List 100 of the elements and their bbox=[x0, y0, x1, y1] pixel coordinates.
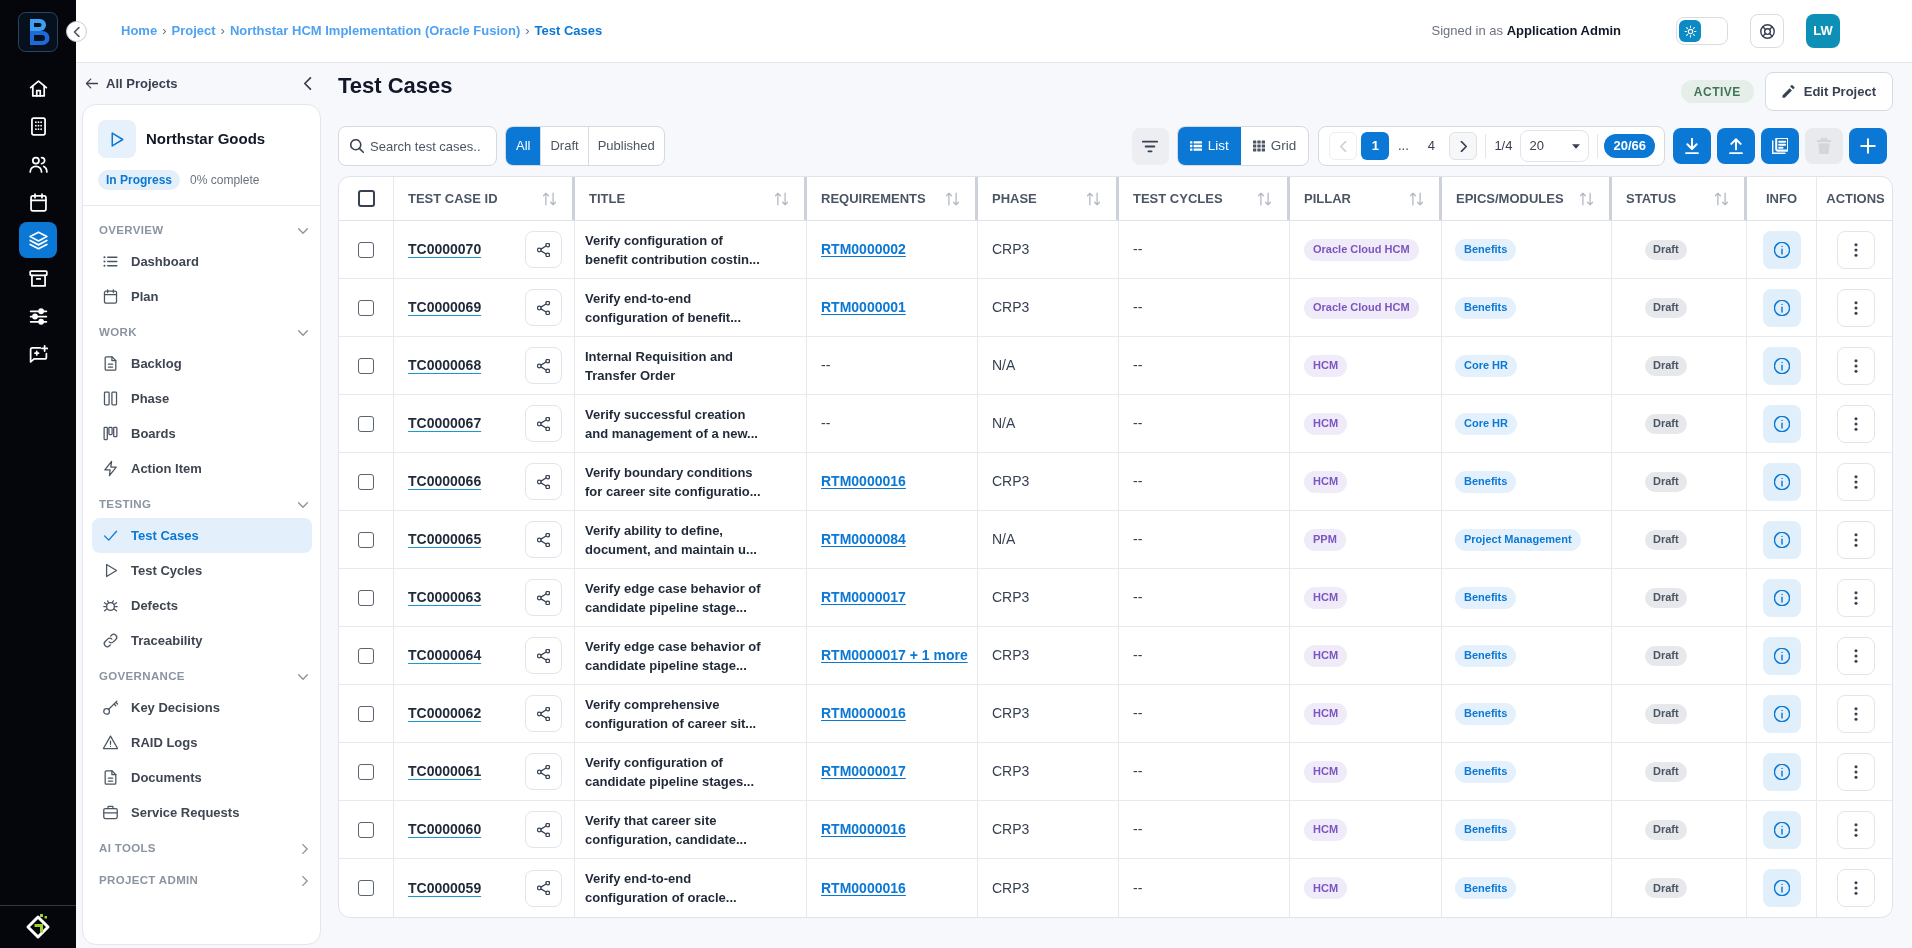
library-button[interactable] bbox=[1761, 128, 1799, 164]
requirement-link[interactable]: RTM0000084 bbox=[821, 529, 906, 550]
requirement-link[interactable]: RTM0000017 + 1 more bbox=[821, 645, 968, 666]
requirement-link[interactable]: RTM0000017 bbox=[821, 587, 906, 608]
row-checkbox[interactable] bbox=[358, 357, 374, 374]
info-button[interactable] bbox=[1762, 636, 1801, 675]
all-projects-link[interactable]: All Projects bbox=[86, 73, 178, 94]
sidebar-nav-item[interactable]: Phase bbox=[92, 381, 312, 416]
sidebar-nav-item[interactable]: Dashboard bbox=[92, 244, 312, 279]
share-button[interactable] bbox=[525, 753, 562, 790]
sidebar-nav-item[interactable]: Traceability bbox=[92, 623, 312, 658]
sidebar-nav-item[interactable]: Test Cycles bbox=[92, 553, 312, 588]
test-case-id-link[interactable]: TC0000059 bbox=[408, 877, 482, 899]
share-button[interactable] bbox=[525, 579, 562, 616]
breadcrumb-current[interactable]: Test Cases bbox=[534, 21, 603, 41]
test-case-id-link[interactable]: TC0000070 bbox=[408, 239, 482, 260]
row-checkbox[interactable] bbox=[358, 647, 374, 664]
share-button[interactable] bbox=[525, 521, 562, 558]
filter-button[interactable] bbox=[1131, 127, 1169, 165]
info-button[interactable] bbox=[1762, 578, 1801, 617]
row-checkbox[interactable] bbox=[358, 299, 374, 316]
select-all-checkbox[interactable] bbox=[357, 190, 375, 207]
test-case-id-link[interactable]: TC0000063 bbox=[408, 587, 482, 608]
info-button[interactable] bbox=[1762, 230, 1801, 269]
sidebar-nav-item[interactable]: Key Decisions bbox=[92, 690, 312, 725]
chevron-left-icon[interactable] bbox=[304, 77, 312, 90]
row-checkbox[interactable] bbox=[358, 473, 374, 490]
requirement-link[interactable]: RTM0000016 bbox=[821, 703, 906, 724]
pillar-tag: Oracle Cloud HCM bbox=[1304, 296, 1419, 319]
info-button[interactable] bbox=[1762, 810, 1801, 849]
page-button[interactable]: 4 bbox=[1417, 132, 1446, 160]
requirement-link[interactable]: RTM0000016 bbox=[821, 819, 906, 840]
share-button[interactable] bbox=[525, 811, 562, 848]
test-case-id-link[interactable]: TC0000060 bbox=[408, 819, 482, 840]
sidebar-nav-item[interactable]: Documents bbox=[92, 760, 312, 795]
share-button[interactable] bbox=[525, 347, 562, 384]
test-case-id-link[interactable]: TC0000061 bbox=[408, 761, 482, 782]
requirement-link[interactable]: RTM0000002 bbox=[821, 239, 906, 260]
page-button[interactable]: 1 bbox=[1361, 132, 1390, 160]
status-filter-tab[interactable]: Published bbox=[587, 127, 664, 165]
page-size-select[interactable]: 20 bbox=[1520, 130, 1590, 162]
test-case-id-link[interactable]: TC0000064 bbox=[408, 645, 482, 666]
test-case-id-link[interactable]: TC0000066 bbox=[408, 471, 482, 492]
row-checkbox[interactable] bbox=[358, 415, 374, 432]
status-filter-tab[interactable]: Draft bbox=[540, 127, 588, 165]
info-button[interactable] bbox=[1762, 752, 1801, 791]
info-button[interactable] bbox=[1762, 869, 1801, 907]
requirement-link[interactable]: RTM0000017 bbox=[821, 761, 906, 782]
status-filter-tab[interactable]: All bbox=[506, 127, 541, 165]
share-button[interactable] bbox=[525, 231, 562, 268]
view-toggle-tab[interactable]: Grid bbox=[1240, 127, 1309, 165]
row-checkbox[interactable] bbox=[358, 589, 374, 606]
row-checkbox[interactable] bbox=[358, 821, 374, 838]
sidebar-nav-item[interactable]: Action Item bbox=[92, 451, 312, 486]
sidebar-nav-item[interactable]: Defects bbox=[92, 588, 312, 623]
next-page-button[interactable] bbox=[1449, 132, 1478, 160]
brand-logo-icon[interactable] bbox=[25, 914, 51, 940]
share-button[interactable] bbox=[525, 637, 562, 674]
view-toggle-tab[interactable]: List bbox=[1177, 127, 1241, 165]
info-button[interactable] bbox=[1762, 288, 1801, 327]
sidebar-nav-item[interactable]: Boards bbox=[92, 416, 312, 451]
row-checkbox[interactable] bbox=[358, 763, 374, 780]
row-checkbox[interactable] bbox=[358, 241, 374, 258]
edit-project-button[interactable]: Edit Project bbox=[1764, 72, 1893, 111]
test-case-id-link[interactable]: TC0000062 bbox=[408, 703, 482, 724]
share-button[interactable] bbox=[525, 695, 562, 732]
add-button[interactable] bbox=[1849, 128, 1887, 164]
test-case-id-link[interactable]: TC0000069 bbox=[408, 297, 482, 318]
sidebar-nav-item[interactable]: RAID Logs bbox=[92, 725, 312, 760]
upload-button[interactable] bbox=[1717, 128, 1755, 164]
row-checkbox[interactable] bbox=[358, 705, 374, 722]
info-button[interactable] bbox=[1762, 346, 1801, 385]
share-button[interactable] bbox=[525, 289, 562, 326]
row-checkbox[interactable] bbox=[358, 880, 374, 896]
test-case-id-link[interactable]: TC0000065 bbox=[408, 529, 482, 550]
share-button[interactable] bbox=[525, 463, 562, 500]
share-button[interactable] bbox=[525, 869, 562, 907]
nav-rail-button[interactable] bbox=[19, 222, 57, 258]
theme-toggle[interactable] bbox=[1676, 17, 1728, 45]
sidebar-nav-item[interactable]: Backlog bbox=[92, 346, 312, 381]
sidebar-nav-item[interactable]: Service Requests bbox=[92, 795, 312, 830]
requirement-link[interactable]: RTM0000016 bbox=[821, 877, 906, 899]
download-button[interactable] bbox=[1673, 128, 1711, 164]
search-field[interactable]: Search test cases.. bbox=[338, 126, 497, 166]
share-button[interactable] bbox=[525, 405, 562, 442]
user-avatar[interactable]: LW bbox=[1806, 14, 1840, 48]
info-button[interactable] bbox=[1762, 462, 1801, 501]
app-logo-icon[interactable] bbox=[18, 11, 58, 52]
info-button[interactable] bbox=[1762, 404, 1801, 443]
info-button[interactable] bbox=[1762, 520, 1801, 559]
help-button[interactable] bbox=[1750, 14, 1784, 48]
requirement-link[interactable]: RTM0000001 bbox=[821, 297, 906, 318]
sidebar-nav-item[interactable]: Plan bbox=[92, 279, 312, 314]
row-checkbox[interactable] bbox=[358, 531, 374, 548]
info-button[interactable] bbox=[1762, 694, 1801, 733]
requirement-link[interactable]: RTM0000016 bbox=[821, 471, 906, 492]
test-case-id-link[interactable]: TC0000067 bbox=[408, 413, 482, 434]
sidebar-nav-item[interactable]: Test Cases bbox=[92, 518, 312, 553]
test-case-id-link[interactable]: TC0000068 bbox=[408, 355, 482, 376]
test-cycles-value: -- bbox=[1133, 530, 1143, 549]
